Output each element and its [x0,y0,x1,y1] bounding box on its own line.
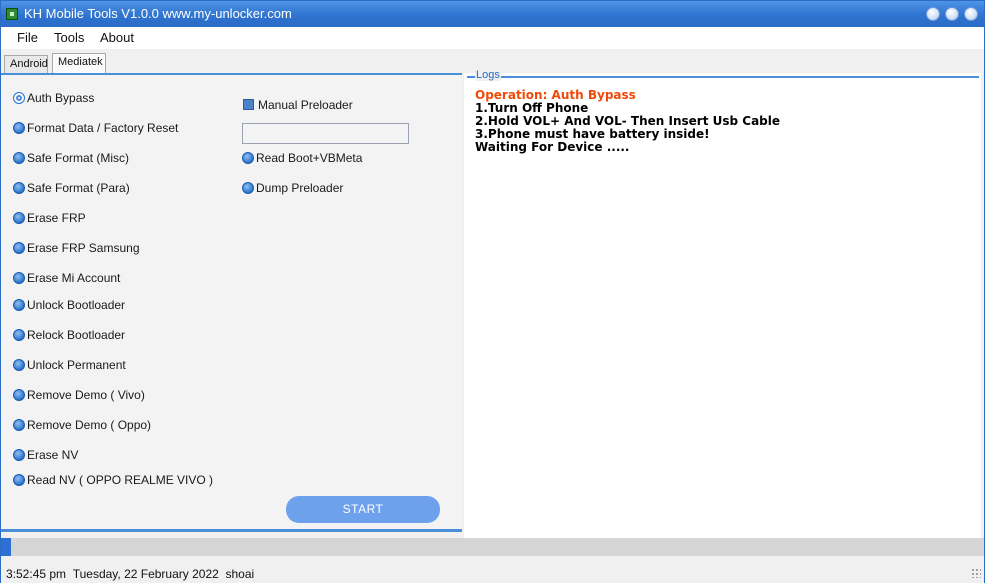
progress-fill [1,538,11,556]
radio-icon [242,182,254,194]
radio-icon [13,449,25,461]
radio-erase-nv[interactable]: Erase NV [13,448,78,464]
maximize-button[interactable] [945,7,959,21]
resize-grip-icon[interactable] [971,568,981,578]
tab-mediatek[interactable]: Mediatek [52,53,106,73]
radio-read-boot-vbmeta[interactable]: Read Boot+VBMeta [242,151,362,167]
radio-format-data[interactable]: Format Data / Factory Reset [13,121,178,137]
tab-android[interactable]: Android [4,55,48,73]
radio-selected-icon [13,92,25,104]
window-title: KH Mobile Tools V1.0.0 www.my-unlocker.c… [24,6,292,21]
log-line: Waiting For Device ..... [475,140,630,154]
checkbox-icon [243,99,254,110]
radio-icon [13,389,25,401]
radio-icon [13,212,25,224]
start-button[interactable]: START [286,496,440,523]
log-line-operation: Operation: Auth Bypass [475,88,636,102]
menu-file[interactable]: File [17,30,38,45]
radio-erase-mi-account[interactable]: Erase Mi Account [13,271,120,287]
radio-safe-format-misc[interactable]: Safe Format (Misc) [13,151,129,167]
logs-header-line [467,76,979,78]
app-window: KH Mobile Tools V1.0.0 www.my-unlocker.c… [0,0,985,583]
log-line: 2.Hold VOL+ And VOL- Then Insert Usb Cab… [475,114,781,128]
preloader-path-input[interactable] [242,123,409,144]
radio-icon [13,329,25,341]
log-line: 1.Turn Off Phone [475,101,589,115]
radio-icon [13,474,25,486]
status-time: 3:52:45 pm [6,567,67,581]
minimize-button[interactable] [926,7,940,21]
radio-read-nv[interactable]: Read NV ( OPPO REALME VIVO ) [13,473,213,489]
close-button[interactable] [964,7,978,21]
radio-relock-bootloader[interactable]: Relock Bootloader [13,328,125,344]
status-user: shoai [225,567,255,581]
menu-tools[interactable]: Tools [54,30,84,45]
radio-icon [13,152,25,164]
radio-erase-frp[interactable]: Erase FRP [13,211,86,227]
app-logo-icon [6,8,18,20]
status-bar: 3:52:45 pm Tuesday, 22 February 2022 sho… [1,563,984,583]
manual-preloader-checkbox[interactable]: Manual Preloader [243,98,353,112]
radio-erase-frp-samsung[interactable]: Erase FRP Samsung [13,241,140,257]
logs-group-header: Logs [467,69,979,81]
radio-safe-format-para[interactable]: Safe Format (Para) [13,181,130,197]
radio-icon [242,152,254,164]
radio-unlock-bootloader[interactable]: Unlock Bootloader [13,298,125,314]
status-date: Tuesday, 22 February 2022 [72,567,219,581]
radio-remove-demo-vivo[interactable]: Remove Demo ( Vivo) [13,388,145,404]
radio-remove-demo-oppo[interactable]: Remove Demo ( Oppo) [13,418,151,434]
radio-icon [13,242,25,254]
status-text: 3:52:45 pm Tuesday, 22 February 2022 sho… [6,567,254,581]
menu-about[interactable]: About [100,30,134,45]
radio-icon [13,359,25,371]
radio-icon [13,419,25,431]
log-line: 3.Phone must have battery inside! [475,127,710,141]
radio-auth-bypass[interactable]: Auth Bypass [13,91,94,107]
radio-dump-preloader[interactable]: Dump Preloader [242,181,343,197]
radio-icon [13,272,25,284]
radio-icon [13,299,25,311]
title-bar[interactable]: KH Mobile Tools V1.0.0 www.my-unlocker.c… [1,1,984,27]
logs-title: Logs [475,69,501,81]
radio-icon [13,182,25,194]
progress-bar [1,538,984,556]
radio-unlock-permanent[interactable]: Unlock Permanent [13,358,126,374]
radio-icon [13,122,25,134]
menu-bar: File Tools About [1,27,984,49]
panel-divider [1,529,462,532]
